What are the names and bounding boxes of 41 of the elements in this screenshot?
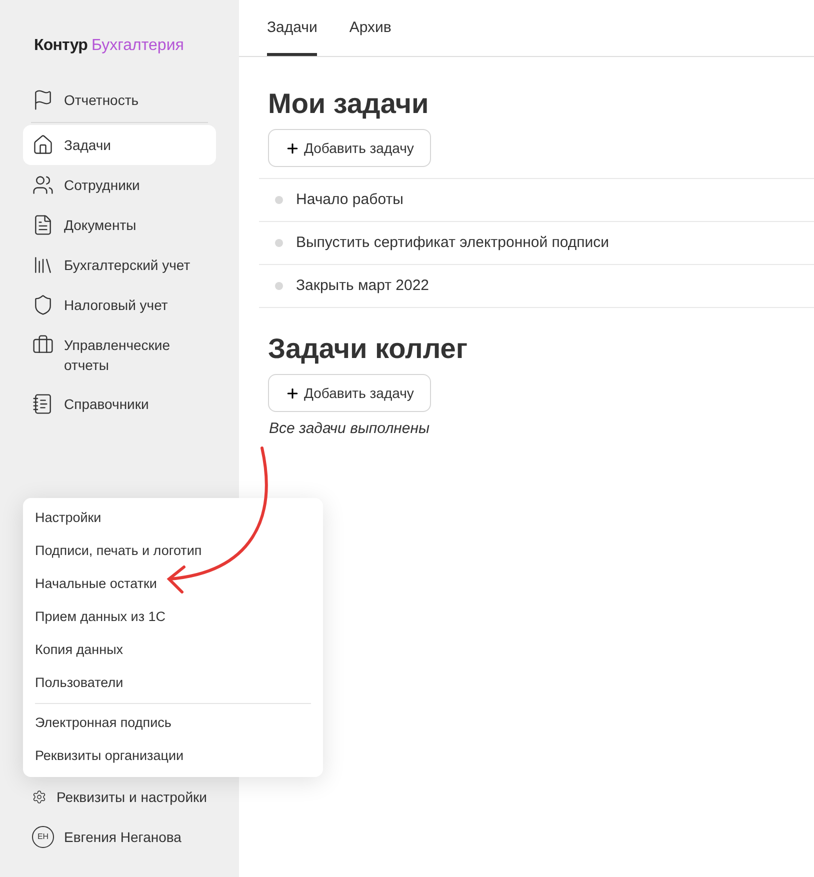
- add-task-button[interactable]: Добавить задачу: [268, 374, 431, 412]
- sidebar-item[interactable]: Сотрудники: [23, 165, 216, 205]
- menu-item[interactable]: Подписи, печать и логотип: [23, 535, 323, 568]
- nav-icon: [32, 89, 54, 111]
- sidebar-item[interactable]: Справочники: [23, 384, 216, 424]
- sidebar-item[interactable]: Отчетность: [23, 80, 216, 120]
- menu-item[interactable]: Начальные остатки: [23, 568, 323, 601]
- task-row[interactable]: Закрыть март 2022: [259, 265, 814, 308]
- sidebar-item[interactable]: Задачи: [23, 125, 216, 165]
- nav-icon: [32, 393, 54, 415]
- section-heading: Задачи коллег: [268, 332, 468, 366]
- menu-item[interactable]: Реквизиты организации: [23, 740, 323, 773]
- logo-product: Бухгалтерия: [92, 36, 184, 56]
- nav-icon: [32, 334, 54, 356]
- user-avatar: ЕН: [32, 826, 54, 848]
- task-row[interactable]: Начало работы: [259, 179, 814, 222]
- menu-item[interactable]: Пользователи: [23, 667, 323, 700]
- plus-icon: [285, 140, 300, 156]
- menu-item[interactable]: Настройки: [23, 502, 323, 535]
- settings-item[interactable]: Реквизиты и настройки: [23, 777, 216, 817]
- section-heading: Мои задачи: [268, 87, 430, 121]
- logo-brand: Контур: [34, 36, 88, 56]
- plus-icon: [285, 386, 300, 400]
- sidebar-item[interactable]: Бухгалтерский учет: [23, 245, 216, 285]
- tab[interactable]: Задачи: [267, 16, 318, 56]
- menu-item[interactable]: Электронная подпись: [23, 707, 323, 740]
- task-row[interactable]: Выпустить сертификат электронной подписи: [259, 222, 814, 265]
- tab[interactable]: Архив: [349, 16, 392, 56]
- user-item[interactable]: ЕН Евгения Неганова: [23, 817, 216, 857]
- nav-icon: [32, 174, 54, 196]
- empty-text: Все задачи выполнены: [269, 419, 431, 439]
- nav-icon: [32, 254, 54, 276]
- menu-item[interactable]: Копия данных: [23, 634, 323, 667]
- nav-icon: [32, 294, 54, 316]
- nav-icon: [32, 214, 54, 236]
- nav-icon: [32, 134, 54, 156]
- sidebar-item[interactable]: Документы: [23, 205, 216, 245]
- menu-item[interactable]: Прием данных из 1С: [23, 601, 323, 634]
- add-task-button[interactable]: Добавить задачу: [268, 129, 431, 167]
- sidebar-item[interactable]: Налоговый учет: [23, 285, 216, 325]
- sidebar-item[interactable]: Управленческие отчеты: [23, 325, 216, 384]
